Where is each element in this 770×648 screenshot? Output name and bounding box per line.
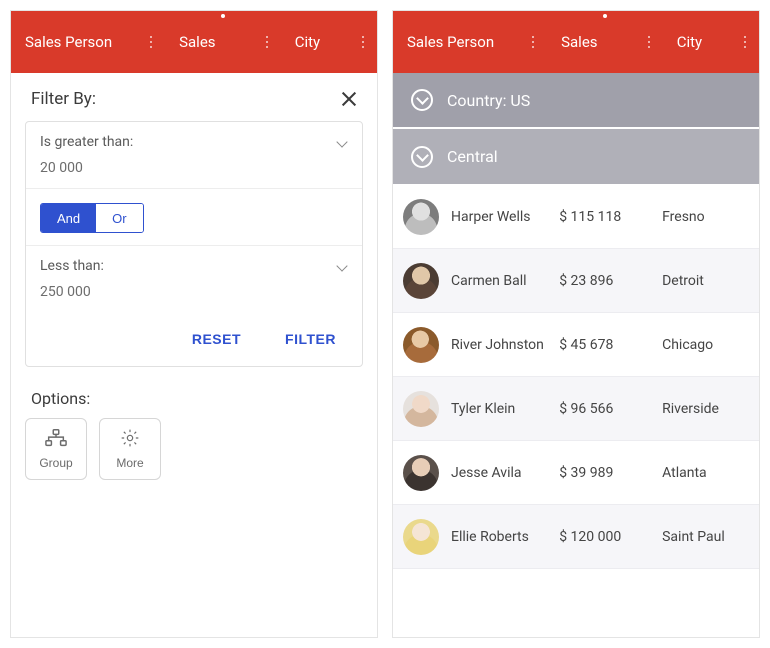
table-row[interactable]: River Johnston $ 45 678 Chicago (393, 313, 759, 377)
logic-or-button[interactable]: Or (96, 204, 142, 232)
option-buttons: Group More (25, 418, 363, 480)
header-col-city[interactable]: City (663, 11, 759, 73)
cell-city: Atlanta (656, 465, 759, 481)
filter-panel: Sales Person Sales City Filter By: Is gr… (10, 10, 378, 638)
table-row[interactable]: Ellie Roberts $ 120 000 Saint Paul (393, 505, 759, 569)
table-row[interactable]: Carmen Ball $ 23 896 Detroit (393, 249, 759, 313)
avatar (403, 263, 439, 299)
header-label: Sales (165, 33, 253, 51)
chevron-down-icon (336, 260, 348, 272)
group-row-country[interactable]: Country: US (393, 73, 759, 129)
active-indicator-icon (221, 14, 225, 18)
person-name: Ellie Roberts (451, 529, 529, 545)
header-label: Sales Person (393, 33, 519, 51)
more-label: More (116, 456, 143, 470)
header-label: City (663, 33, 731, 51)
kebab-icon[interactable] (641, 36, 663, 48)
value-2-input[interactable]: 250 000 (26, 282, 362, 312)
operator-2-select[interactable]: Less than: (26, 246, 362, 282)
data-rows: Harper Wells $ 115 118 Fresno Carmen Bal… (393, 185, 759, 637)
grid-header: Sales Person Sales City (393, 11, 759, 73)
cell-sales-person: Tyler Klein (393, 391, 553, 427)
avatar (403, 199, 439, 235)
group-row-region[interactable]: Central (393, 129, 759, 185)
avatar (403, 391, 439, 427)
kebab-icon[interactable] (259, 36, 281, 48)
avatar (403, 455, 439, 491)
table-row[interactable]: Jesse Avila $ 39 989 Atlanta (393, 441, 759, 505)
operator-1-label: Is greater than: (40, 134, 133, 150)
person-name: Harper Wells (451, 209, 531, 225)
kebab-icon[interactable] (525, 36, 547, 48)
kebab-icon[interactable] (143, 36, 165, 48)
expand-icon (411, 89, 433, 111)
chevron-down-icon (336, 136, 348, 148)
group-button[interactable]: Group (25, 418, 87, 480)
person-name: Jesse Avila (451, 465, 522, 481)
group-label: Country: US (447, 91, 530, 110)
options-title: Options: (25, 385, 363, 418)
filter-header: Filter By: (11, 73, 377, 121)
logic-toggle: And Or (40, 203, 144, 233)
cell-sales: $ 39 989 (553, 465, 656, 481)
header-col-sales-person[interactable]: Sales Person (393, 11, 547, 73)
expand-icon (411, 146, 433, 168)
table-row[interactable]: Tyler Klein $ 96 566 Riverside (393, 377, 759, 441)
cell-city: Detroit (656, 273, 759, 289)
header-col-sales[interactable]: Sales (547, 11, 663, 73)
cell-city: Saint Paul (656, 529, 759, 545)
reset-button[interactable]: RESET (186, 330, 247, 348)
cell-sales-person: Harper Wells (393, 199, 553, 235)
filter-title: Filter By: (31, 89, 96, 109)
gear-icon (119, 428, 141, 451)
header-col-sales-person[interactable]: Sales Person (11, 11, 165, 73)
operator-2-label: Less than: (40, 258, 104, 274)
logic-and-button[interactable]: And (41, 204, 96, 232)
table-row[interactable]: Harper Wells $ 115 118 Fresno (393, 185, 759, 249)
filter-button[interactable]: FILTER (279, 330, 342, 348)
options-section: Options: Group (11, 385, 377, 480)
cell-sales: $ 45 678 (553, 337, 656, 353)
close-icon[interactable] (341, 91, 357, 107)
value-1-input[interactable]: 20 000 (26, 158, 362, 189)
cell-sales-person: Carmen Ball (393, 263, 553, 299)
cell-sales-person: Ellie Roberts (393, 519, 553, 555)
kebab-icon[interactable] (737, 36, 759, 48)
person-name: River Johnston (451, 337, 544, 353)
logic-row: And Or (26, 189, 362, 246)
header-col-city[interactable]: City (281, 11, 377, 73)
cell-city: Chicago (656, 337, 759, 353)
grid-header: Sales Person Sales City (11, 11, 377, 73)
kebab-icon[interactable] (355, 36, 377, 48)
cell-city: Riverside (656, 401, 759, 417)
cell-sales: $ 23 896 (553, 273, 656, 289)
cell-sales: $ 96 566 (553, 401, 656, 417)
filter-body: Is greater than: 20 000 And Or Less than… (25, 121, 363, 367)
header-label: City (281, 33, 349, 51)
person-name: Carmen Ball (451, 273, 527, 289)
person-name: Tyler Klein (451, 401, 515, 417)
grid-panel: Sales Person Sales City Country: US Cent… (392, 10, 760, 638)
cell-sales-person: Jesse Avila (393, 455, 553, 491)
cell-sales: $ 120 000 (553, 529, 656, 545)
group-label: Central (447, 147, 498, 166)
more-button[interactable]: More (99, 418, 161, 480)
group-icon (45, 428, 67, 451)
operator-1-select[interactable]: Is greater than: (26, 122, 362, 158)
header-label: Sales (547, 33, 635, 51)
filter-actions: RESET FILTER (26, 312, 362, 366)
cell-sales: $ 115 118 (553, 209, 656, 225)
header-col-sales[interactable]: Sales (165, 11, 281, 73)
group-label: Group (39, 456, 72, 470)
cell-sales-person: River Johnston (393, 327, 553, 363)
header-label: Sales Person (11, 33, 137, 51)
active-indicator-icon (603, 14, 607, 18)
avatar (403, 519, 439, 555)
avatar (403, 327, 439, 363)
cell-city: Fresno (656, 209, 759, 225)
